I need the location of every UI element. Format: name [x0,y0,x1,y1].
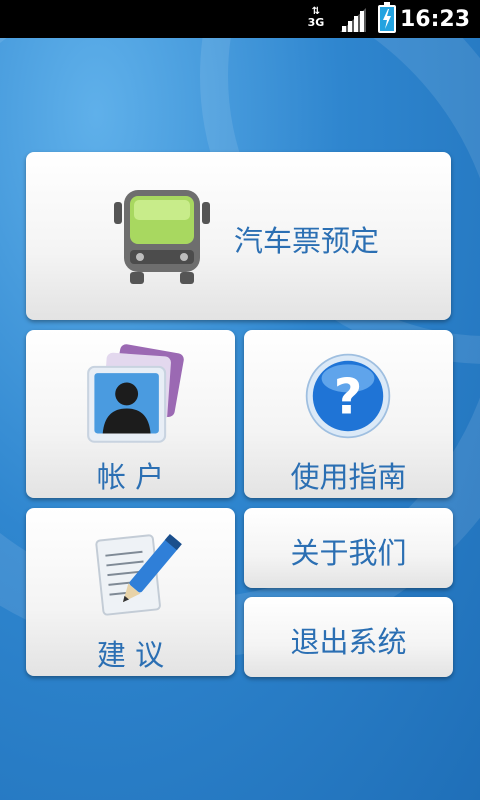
bus-icon [114,190,210,284]
account-label: 帐 户 [96,460,165,494]
note-pencil-icon [95,534,182,616]
data-arrows-icon: ⇅ 3G [302,6,330,32]
exit-system-button[interactable]: 退出系统 [244,597,453,677]
battery-charging-icon [378,2,396,33]
signal-icon [340,8,366,32]
status-bar: ⇅ 3G 16:23 [0,0,480,38]
bus-ticket-button[interactable]: 汽车票预定 [26,152,451,320]
contact-card-icon [87,344,184,443]
network-type: 3G [307,16,325,29]
account-button[interactable]: 帐 户 [26,330,235,498]
exit-system-label: 退出系统 [290,625,407,659]
guide-button[interactable]: ? 使用指南 [244,330,453,498]
guide-label: 使用指南 [290,460,407,494]
about-us-button[interactable]: 关于我们 [244,508,453,588]
suggestion-label: 建 议 [96,638,165,672]
status-time: 16:23 [399,7,470,32]
question-mark-icon: ? [305,353,391,439]
about-us-label: 关于我们 [290,536,407,570]
bus-ticket-label: 汽车票预定 [234,224,380,258]
suggestion-button[interactable]: 建 议 [26,508,235,676]
svg-text:?: ? [334,368,363,426]
